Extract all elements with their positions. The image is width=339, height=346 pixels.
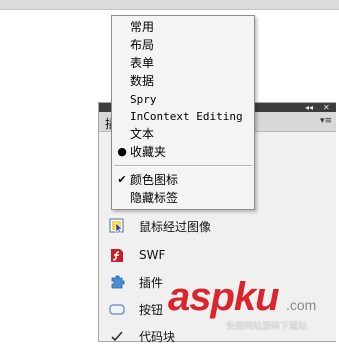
panel-item-swf[interactable]: SWF	[109, 245, 165, 265]
menu-item-label: 隐藏标签	[130, 191, 179, 205]
menu-item-label: 常用	[130, 20, 155, 34]
panel-context-menu: 常用 布局 表单 数据 Spry InContext Editing 文本 ● …	[111, 15, 255, 210]
watermark-logo: aspku	[168, 275, 280, 319]
collapse-icon[interactable]: ◂◂	[305, 103, 313, 112]
menu-item-label: InContext Editing	[130, 110, 243, 123]
menu-item-label: 收藏夹	[130, 145, 167, 159]
menu-item-text[interactable]: 文本	[112, 125, 254, 143]
menu-item-incontext-editing[interactable]: InContext Editing	[112, 108, 254, 126]
watermark-subtitle: 免费网站源码下载站	[226, 322, 308, 332]
menu-item-label: 布局	[130, 38, 155, 52]
menu-item-label: 数据	[130, 74, 155, 88]
panel-item-code[interactable]: 代码块	[109, 326, 175, 346]
menu-item-layout[interactable]: 布局	[112, 36, 254, 54]
checkmark-icon: ✔	[117, 173, 127, 186]
panel-item-label: 插件	[139, 275, 164, 290]
watermark-domain: .com	[286, 297, 317, 313]
menu-item-favorites[interactable]: ● 收藏夹	[112, 143, 254, 161]
panel-item-rollover-image[interactable]: 鼠标经过图像	[109, 216, 211, 236]
panel-item-label: SWF	[139, 248, 166, 262]
plugin-icon	[109, 274, 125, 290]
menu-item-common[interactable]: 常用	[112, 18, 254, 36]
radio-bullet-icon: ●	[117, 145, 127, 158]
menu-item-color-icons[interactable]: ✔ 颜色图标	[112, 171, 254, 189]
close-icon[interactable]: ✕	[323, 103, 330, 112]
rollover-image-icon	[109, 218, 125, 234]
watermark: aspku .com 免费网站源码下载站	[168, 275, 339, 337]
panel-item-label: 鼠标经过图像	[139, 219, 212, 234]
menu-item-label: Spry	[130, 93, 157, 106]
code-icon	[109, 328, 125, 344]
menu-item-label: 颜色图标	[130, 173, 179, 187]
panel-item-button[interactable]: 按钮	[109, 299, 163, 319]
button-icon	[109, 301, 125, 317]
panel-item-label: 按钮	[139, 302, 164, 317]
menu-item-spry[interactable]: Spry	[112, 91, 254, 109]
menu-item-hide-labels[interactable]: 隐藏标签	[112, 189, 254, 207]
window-top-bar	[0, 0, 339, 10]
menu-item-label: 文本	[130, 127, 155, 141]
menu-item-data[interactable]: 数据	[112, 72, 254, 90]
menu-separator	[114, 165, 252, 167]
menu-item-label: 表单	[130, 56, 155, 70]
panel-options-icon[interactable]: ▾≡	[320, 116, 332, 126]
panel-item-plugin[interactable]: 插件	[109, 272, 163, 292]
menu-item-forms[interactable]: 表单	[112, 54, 254, 72]
swf-icon	[109, 247, 125, 263]
